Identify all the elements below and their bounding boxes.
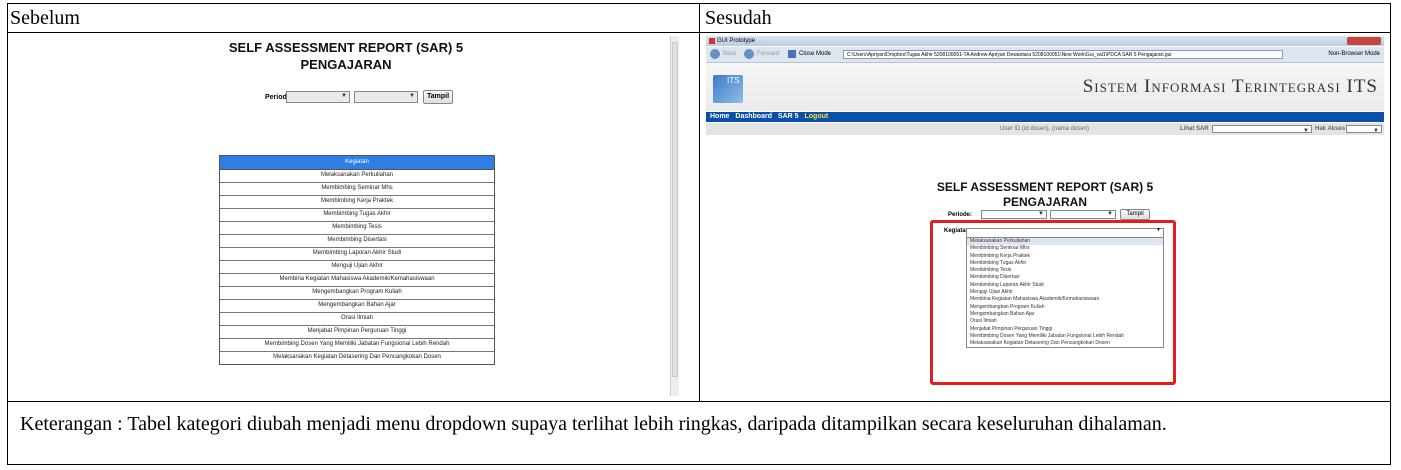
- menu-home[interactable]: Home: [710, 113, 729, 120]
- chevron-down-icon: ▼: [1303, 128, 1309, 134]
- column-divider: [699, 3, 700, 402]
- body-divider: [7, 401, 1391, 402]
- dropdown-option[interactable]: Menguji Ujian Akhir: [967, 289, 1163, 296]
- page-title-line1: SELF ASSESSMENT REPORT (SAR) 5: [936, 180, 1154, 194]
- menu-bar: Home Dashboard SAR 5 Logout: [706, 112, 1384, 122]
- close-mode-button[interactable]: Close Mode: [799, 51, 831, 57]
- forward-icon[interactable]: [744, 49, 754, 59]
- periode-label: Periode:: [948, 212, 973, 218]
- table-row[interactable]: Menjabat Pimpinan Perguruan Tinggi: [220, 326, 494, 339]
- table-row[interactable]: Orasi Ilmiah: [220, 313, 494, 326]
- lihat-sar-label: Lihat SAR: [1180, 126, 1209, 132]
- table-header: Kegiatan: [220, 156, 494, 170]
- back-label[interactable]: Back: [723, 51, 736, 57]
- dropdown-option[interactable]: Melaksanakan Kegiatan Detasering Dan Pen…: [967, 340, 1163, 347]
- window-titlebar: GUI Prototype: [706, 36, 1384, 46]
- back-icon[interactable]: [710, 49, 720, 59]
- dropdown-option[interactable]: Orasi Ilmiah: [967, 318, 1163, 325]
- lihat-sar-select[interactable]: ▼: [1212, 125, 1312, 134]
- header-after: Sesudah: [705, 7, 772, 29]
- hak-akses-select[interactable]: ▼: [1346, 125, 1382, 134]
- header-divider: [7, 32, 1391, 33]
- dropdown-option[interactable]: Melaksanakan Perkuliahan: [967, 238, 1163, 246]
- forward-label[interactable]: Forward: [757, 51, 779, 57]
- table-row[interactable]: Mengembangkan Program Kuliah: [220, 287, 494, 300]
- periode-select-1[interactable]: ▼: [286, 91, 350, 103]
- table-row[interactable]: Membimbing Laporan Akhir Studi: [220, 248, 494, 261]
- table-row[interactable]: Melaksanakan Kegiatan Detasering Dan Pen…: [220, 352, 494, 364]
- dropdown-option[interactable]: Membimbing Tugas Akhir: [967, 260, 1163, 267]
- chevron-down-icon: ▼: [1373, 128, 1379, 134]
- table-row[interactable]: Membina Kegiatan Mahasiswa Akademik/Kema…: [220, 274, 494, 287]
- dropdown-option[interactable]: Menjabat Pimpinan Perguruan Tinggi: [967, 326, 1163, 333]
- user-info: User ID (id dosen), (nama dosen): [1000, 126, 1090, 132]
- browser-toolbar: Back Forward Close Mode C:\Users\Apriyan…: [706, 47, 1384, 63]
- scrollbar-thumb[interactable]: [672, 42, 678, 377]
- site-banner: ITS Sistem Informasi Terintegrasi ITS: [706, 63, 1384, 111]
- page-title-line2: PENGAJARAN: [1002, 195, 1087, 209]
- periode-select-2[interactable]: ▼: [354, 91, 418, 103]
- close-mode-icon: [788, 50, 796, 58]
- dropdown-option[interactable]: Membimbing Laporan Akhir Studi: [967, 282, 1163, 289]
- app-icon: [709, 38, 715, 44]
- kegiatan-table: Kegiatan Melaksanakan Perkuliahan Membim…: [219, 155, 495, 365]
- url-field[interactable]: C:\Users\Apriyan\Dropbox\Tugas Akhir 520…: [843, 50, 1283, 59]
- table-row[interactable]: Mengembangkan Bahan Ajar: [220, 300, 494, 313]
- keterangan-caption: Keterangan : Tabel kategori diubah menja…: [20, 413, 1167, 435]
- menu-logout[interactable]: Logout: [805, 113, 829, 120]
- menu-dashboard[interactable]: Dashboard: [735, 113, 772, 120]
- dropdown-option[interactable]: Membimbing Kerja Praktek: [967, 253, 1163, 260]
- table-row[interactable]: Melaksanakan Perkuliahan: [220, 170, 494, 183]
- page-title-line2: PENGAJARAN: [300, 57, 392, 72]
- hak-akses-label: Hak Akses: [1315, 126, 1346, 132]
- dropdown-option[interactable]: Membimbing Disertasi: [967, 274, 1163, 281]
- kegiatan-dropdown-list: Melaksanakan Perkuliahan Membimbing Semi…: [966, 237, 1164, 349]
- before-screenshot: SELF ASSESSMENT REPORT (SAR) 5 PENGAJARA…: [16, 36, 691, 398]
- chevron-down-icon: ▼: [1156, 228, 1161, 233]
- dropdown-option[interactable]: Membina Kegiatan Mahasiswa Akademik/Kema…: [967, 296, 1163, 303]
- table-row[interactable]: Membimbing Tugas Akhir: [220, 209, 494, 222]
- dropdown-option[interactable]: Membimbing Tesis: [967, 267, 1163, 274]
- table-row[interactable]: Menguji Ujian Akhir: [220, 261, 494, 274]
- table-row[interactable]: Membimbing Tesis: [220, 222, 494, 235]
- menu-sar5[interactable]: SAR 5: [778, 113, 799, 120]
- table-row[interactable]: Membimbing Kerja Praktek: [220, 196, 494, 209]
- scrollbar[interactable]: [670, 36, 679, 396]
- after-screenshot: GUI Prototype Back Forward Close Mode C:…: [706, 36, 1384, 398]
- page-title-line1: SELF ASSESSMENT REPORT (SAR) 5: [228, 40, 464, 55]
- periode-select-2[interactable]: ▼: [1050, 210, 1116, 219]
- browser-mode-button[interactable]: Non-Browser Mode: [1328, 51, 1380, 57]
- tampil-button[interactable]: Tampil: [423, 90, 453, 104]
- chevron-down-icon: ▼: [1038, 211, 1044, 217]
- table-row[interactable]: Membimbing Disertasi: [220, 235, 494, 248]
- table-row[interactable]: Membimbing Dosen Yang Memiliki Jabatan F…: [220, 339, 494, 352]
- table-row[interactable]: Membimbing Seminar Mhs: [220, 183, 494, 196]
- site-title: Sistem Informasi Terintegrasi ITS: [1082, 76, 1378, 97]
- periode-select-1[interactable]: ▼: [981, 210, 1047, 219]
- dropdown-option[interactable]: Mengembangkan Program Kuliah: [967, 304, 1163, 311]
- its-logo: ITS: [713, 75, 743, 103]
- chevron-down-icon: ▼: [1107, 211, 1113, 217]
- dropdown-option[interactable]: Membimbing Dosen Yang Memiliki Jabatan F…: [967, 333, 1163, 340]
- window-title: GUI Prototype: [717, 38, 756, 44]
- header-before: Sebelum: [10, 7, 80, 29]
- tampil-button[interactable]: Tampil: [1120, 209, 1150, 220]
- dropdown-option[interactable]: Membimbing Seminar Mhs: [967, 245, 1163, 252]
- chevron-down-icon: ▼: [341, 93, 347, 99]
- chevron-down-icon: ▼: [409, 93, 415, 99]
- window-controls[interactable]: [1347, 37, 1381, 45]
- info-bar: User ID (id dosen), (nama dosen) Lihat S…: [706, 123, 1384, 135]
- dropdown-option[interactable]: Mengembangkan Bahan Ajar: [967, 311, 1163, 318]
